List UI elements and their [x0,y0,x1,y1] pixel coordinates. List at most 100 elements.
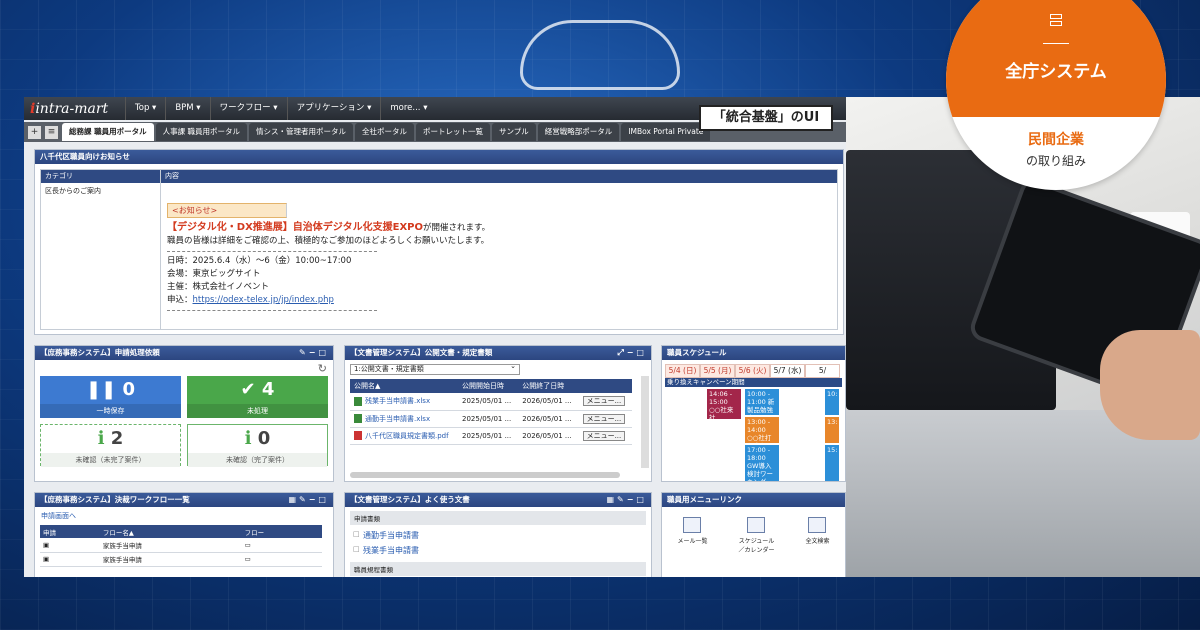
main-menu: Top ▾ BPM ▾ ワークフロー ▾ アプリケーション ▾ more... … [125,97,436,120]
cloud-icon [520,20,680,90]
event[interactable]: 17:00 - 18:00 GW導入検討ワーキング [745,445,779,481]
tile-unconfirmed-open[interactable]: ℹ 2 未確認（未完了案件） [40,424,181,467]
apply-link[interactable]: https://odex-telex.jp/jp/index.php [193,295,334,305]
section-header: 申請書類 [350,511,646,525]
notice-line: 職員の皆様は詳細をご確認の上、積極的なご参加のほどよろしくお願いいたします。 [167,236,490,246]
menu-button[interactable]: メニュー... [582,413,626,424]
apply-screen-link[interactable]: 申請画面へ [35,507,333,525]
notice-portlet: 八千代区職員向けお知らせ カテゴリ 内容 区長からのご案内 <お知らせ> 【デジタ… [34,149,844,335]
day-header[interactable]: 5/6 (火) [735,364,770,378]
portlet-title: 職員用メニューリンク [662,493,845,507]
table-row: 通勤手当申請書.xlsx 2025/05/01 ... 2026/05/01 ...… [350,410,632,428]
mail-icon [683,517,702,533]
col-content: 内容 [165,172,179,180]
hand-image [1100,330,1200,440]
documents-table: 公開名▲ 公開開始日時 公開終了日時 残業手当申請書.xlsx 2025/05/01 … [350,379,632,445]
horizontal-scrollbar[interactable] [350,472,620,478]
tab-sample[interactable]: サンプル [492,123,536,141]
apply-label: 申込： [167,295,193,305]
tile-unconfirmed-closed[interactable]: ℹ 0 未確認（完了案件） [187,424,328,467]
day-header[interactable]: 5/4 (日) [665,364,700,378]
pause-icon: ❚❚ [86,379,123,400]
badge-line1: 民間企業 [1028,132,1084,148]
approval-portlet: 【庶務事務システム】申請処理依頼 ✎−□ ↻ ❚❚ 0 一時保存 ✔ 4 未処理 ℹ … [34,345,334,482]
event[interactable]: 14:06 - 15:00 ○○社来社 [707,389,741,422]
portlet-title: 【庶務事務システム】決裁ワークフロー一覧 [40,495,190,504]
add-tab-button[interactable]: + [28,125,41,139]
menu-applications[interactable]: アプリケーション ▾ [286,97,381,120]
doc-link[interactable]: 残業手当申請書.xlsx [365,397,430,405]
pdf-icon [354,431,362,440]
menu-button[interactable]: メニュー... [582,396,626,407]
tab-strategy[interactable]: 経営戦略部ポータル [537,123,620,141]
tab-hr[interactable]: 人事課 職員用ポータル [155,123,248,141]
menu-bpm[interactable]: BPM ▾ [165,97,209,120]
doc-link[interactable]: 通勤手当申請書.xlsx [365,415,430,423]
day-header[interactable]: 5/ [805,364,840,378]
category-cell: 区長からのご案内 [41,183,161,329]
headline-tail: が開催されます。 [422,223,491,233]
schedule-portlet: 職員スケジュール 5/4 (日) 5/5 (月) 5/6 (火) 5/7 (水)… [661,345,846,482]
portlet-title: 【文書管理システム】よく使う文書 [350,495,470,504]
notice-tag: <お知らせ> [167,203,287,218]
tab-portlet-list[interactable]: ポートレット一覧 [416,123,491,141]
tab-it-admin[interactable]: 情シス・管理者用ポータル [249,123,354,141]
menu-top[interactable]: Top ▾ [125,97,165,120]
tab-imbox[interactable]: IMBox Portal Private [621,123,711,141]
excel-icon [354,414,362,423]
col-category: カテゴリ [41,170,161,183]
tab-company[interactable]: 全社ポータル [355,123,415,141]
portlet-title: 【庶務事務システム】申請処理依頼 [40,348,160,357]
category-select[interactable]: 1:公開文書・規定書類 [350,362,520,375]
notice-body: <お知らせ> 【デジタル化・DX推進展】自治体デジタル化支援EXPOが開催されま… [161,183,490,329]
portal-window: iintra-mart Top ▾ BPM ▾ ワークフロー ▾ アプリケーショ… [24,97,846,577]
day-header[interactable]: 5/7 (水) [770,364,805,378]
section-header: 職員規程書類 [350,562,646,576]
vertical-scrollbar[interactable] [641,376,649,468]
event[interactable]: 10:00 - 11:00 新製品勉強会 [745,389,779,422]
table-row[interactable]: ▣ 家族手当申請 ▭ [40,538,322,553]
doc-link[interactable]: 八千代区職員規定書類.pdf [365,432,449,440]
ui-caption: 「統合基盤」のUI [699,105,833,131]
info-icon: ℹ [97,428,111,449]
portlet-tools[interactable]: ⤢−□ [617,346,647,360]
tab-general-affairs[interactable]: 総務課 職員用ポータル [62,123,154,141]
intra-mart-logo[interactable]: iintra-mart [30,101,125,117]
portlet-tools[interactable]: ▦✎−□ [606,493,647,507]
divider [167,310,377,311]
workflow-portlet: 【庶務事務システム】決裁ワークフロー一覧 ▦✎−□ 申請画面へ 申請 フロー名▲ フロ… [34,492,334,577]
menu-links-portlet: 職員用メニューリンク メール一覧 スケジュール ／カレンダー 全文検索 [661,492,846,577]
notice-table: カテゴリ 内容 区長からのご案内 <お知らせ> 【デジタル化・DX推進展】自治体デ… [40,169,838,330]
menu-more[interactable]: more... ▾ [380,97,436,120]
check-icon: ✔ [240,379,262,400]
day-header[interactable]: 5/5 (月) [700,364,735,378]
tile-draft[interactable]: ❚❚ 0 一時保存 [40,376,181,418]
divider [167,251,377,252]
event[interactable]: 10: [825,389,839,415]
search-link[interactable]: 全文検索 [805,517,830,554]
favorite-doc-link[interactable]: 残業手当申請書 [345,543,651,558]
portlet-tools[interactable]: ✎−□ [299,346,329,360]
campaign-bar[interactable]: 乗り換えキャンペーン期間 [665,378,842,387]
event[interactable]: 15: [825,445,839,481]
event-date: 日時：2025.6.4（水）～6（金）10:00~17:00 [167,256,352,266]
menu-button[interactable]: メニュー... [582,430,626,441]
tab-list-button[interactable]: ≡ [45,125,58,139]
table-row: 八千代区職員規定書類.pdf 2025/05/01 ... 2026/05/01 .… [350,427,632,445]
favorite-doc-link[interactable]: 通勤手当申請書 [345,528,651,543]
event[interactable]: 13: [825,417,839,443]
excel-icon [354,396,362,406]
favorites-portlet: 【文書管理システム】よく使う文書 ▦✎−□ 申請書類 通勤手当申請書 残業手当申請… [344,492,652,577]
tile-pending[interactable]: ✔ 4 未処理 [187,376,328,418]
refresh-icon[interactable]: ↻ [318,362,327,375]
schedule-link[interactable]: スケジュール ／カレンダー [738,517,775,554]
event[interactable]: 13:00 - 14:00 ○○社打ち合わせ [745,417,779,450]
portlet-tools[interactable]: ▦✎−□ [288,493,329,507]
search-icon [808,517,827,533]
mail-link[interactable]: メール一覧 [677,517,708,554]
table-row[interactable]: ▣ 家族手当申請 ▭ [40,552,322,567]
portlet-title: 【文書管理システム】公開文書・規定書類 [350,348,493,357]
menu-workflow[interactable]: ワークフロー ▾ [209,97,287,120]
info-icon: ℹ [244,428,258,449]
table-row: 残業手当申請書.xlsx 2025/05/01 ... 2026/05/01 ...… [350,393,632,411]
